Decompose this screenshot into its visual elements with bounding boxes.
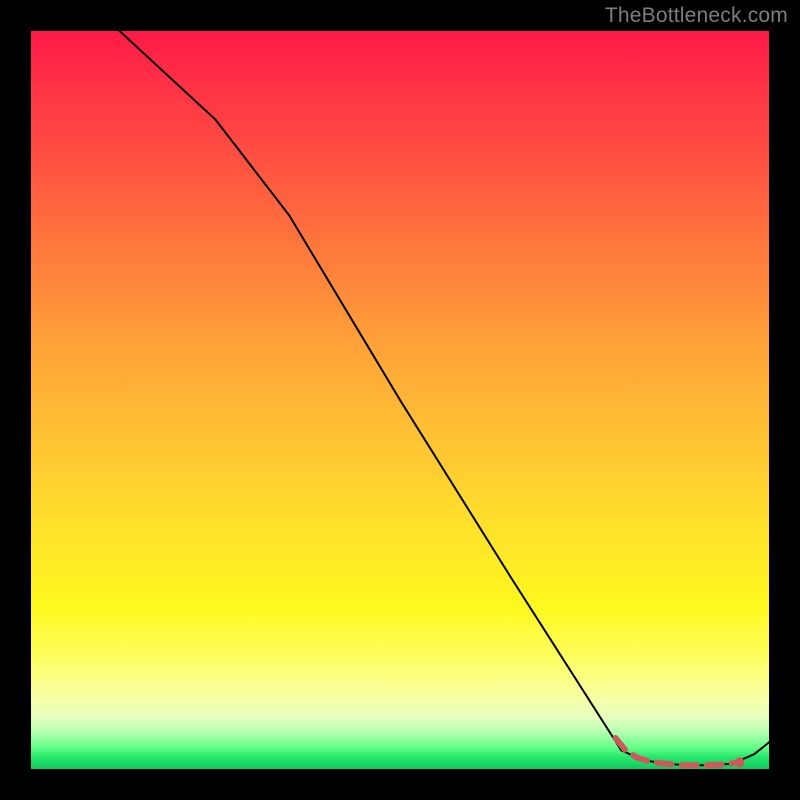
end-dot <box>735 757 745 767</box>
curve-highlight <box>616 738 740 765</box>
chart-svg <box>31 31 769 769</box>
curve-main <box>31 0 769 765</box>
watermark-text: TheBottleneck.com <box>605 4 788 28</box>
chart-frame: TheBottleneck.com <box>0 0 800 800</box>
plot-area <box>31 31 769 769</box>
